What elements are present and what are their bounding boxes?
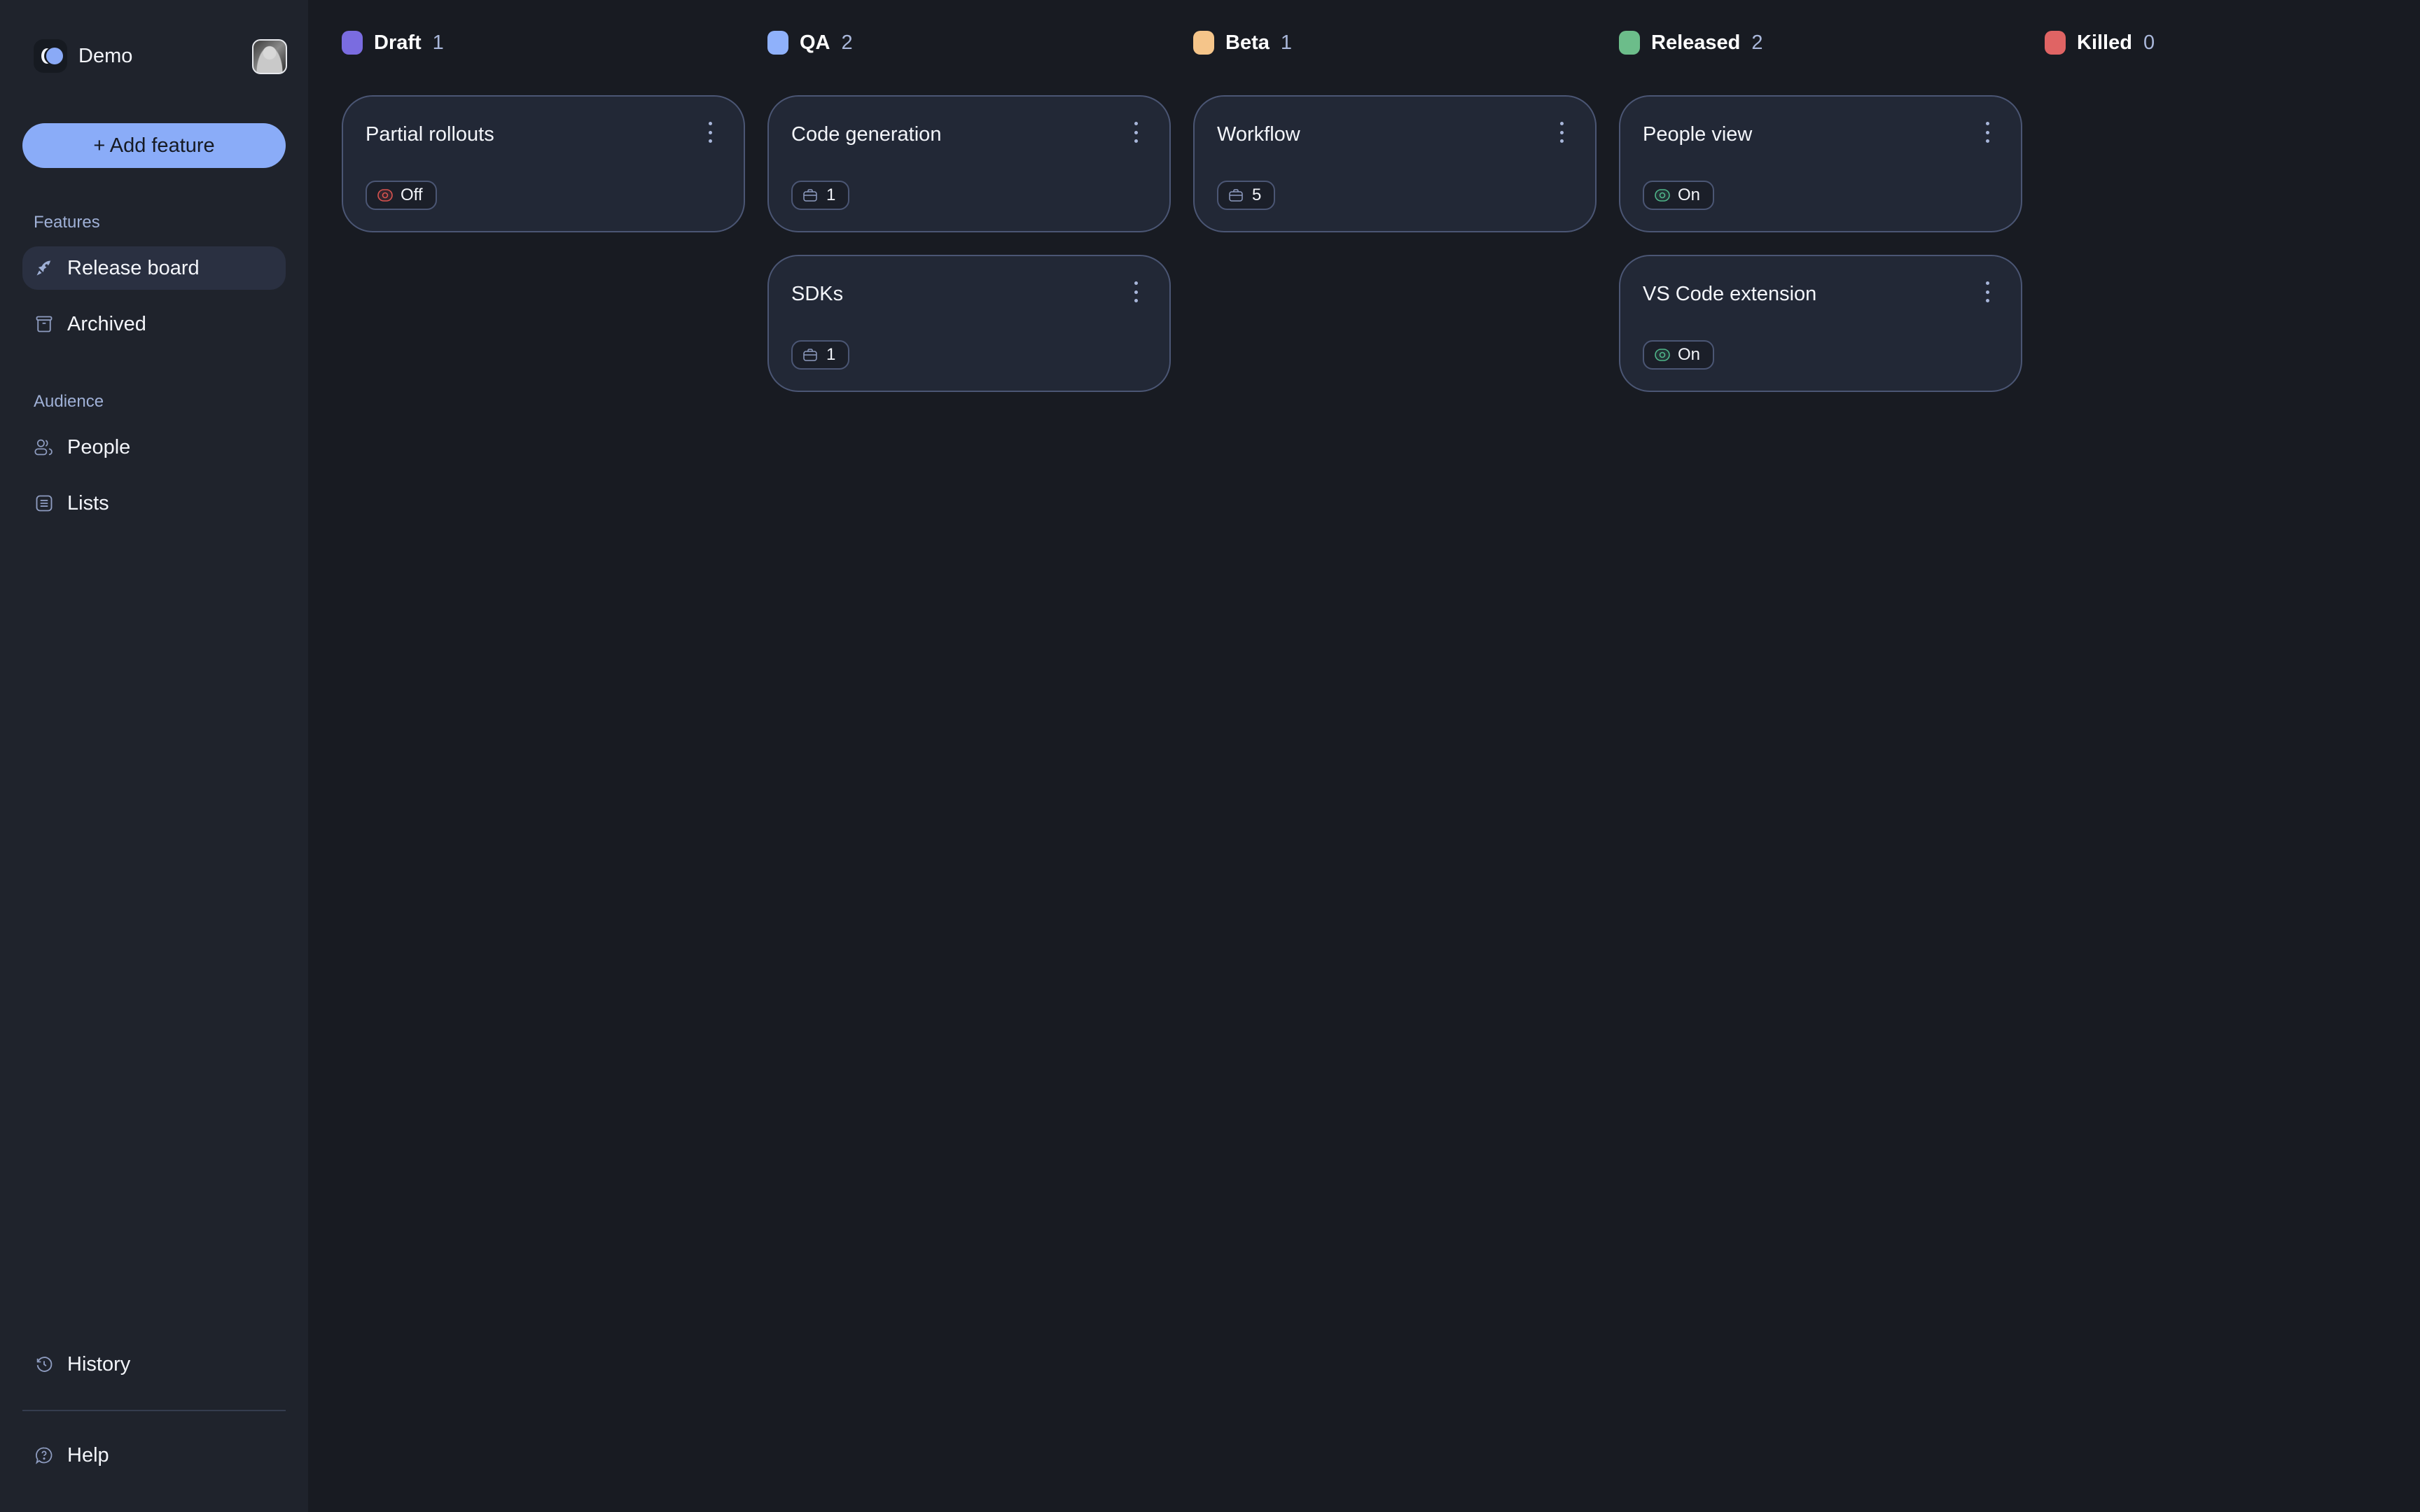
sidebar-item-archived[interactable]: Archived: [22, 302, 286, 346]
sidebar-item-label: Release board: [67, 256, 200, 279]
feature-title: VS Code extension: [1643, 283, 1817, 305]
column-count: 1: [1280, 31, 1292, 54]
list-icon: [34, 493, 55, 514]
feature-status-badge[interactable]: 1: [791, 340, 850, 370]
more-options-icon[interactable]: [1555, 122, 1569, 143]
badge-label: On: [1678, 345, 1701, 364]
feature-card[interactable]: Partial rollouts Off: [342, 95, 745, 232]
rocket-icon: [34, 258, 55, 279]
badge-label: 5: [1252, 186, 1262, 204]
feature-card[interactable]: People view On: [1619, 95, 2022, 232]
column-title: Draft: [374, 31, 422, 54]
status-color-dot: [767, 31, 788, 55]
feature-status-badge[interactable]: On: [1643, 181, 1715, 210]
badge-label: On: [1678, 186, 1701, 204]
status-color-dot: [1619, 31, 1640, 55]
column-count: 1: [432, 31, 444, 54]
status-color-dot: [1193, 31, 1214, 55]
feature-status-badge[interactable]: 5: [1217, 181, 1276, 210]
feature-title: Workflow: [1217, 123, 1300, 146]
status-color-dot: [2045, 31, 2066, 55]
feature-card[interactable]: SDKs 1: [767, 255, 1171, 392]
badge-label: 1: [826, 186, 836, 204]
sidebar-item-people[interactable]: People: [22, 426, 286, 469]
sidebar-item-label: Lists: [67, 491, 109, 514]
column-title: QA: [800, 31, 830, 54]
feature-title: People view: [1643, 123, 1753, 146]
badge-label: 1: [826, 345, 836, 364]
sidebar-item-label: Help: [67, 1443, 109, 1466]
feature-title: SDKs: [791, 283, 844, 305]
toggle-on-icon: [1654, 348, 1672, 362]
briefcase-icon: [802, 348, 821, 362]
more-options-icon[interactable]: [1980, 122, 1994, 143]
sidebar-item-label: History: [67, 1352, 131, 1376]
column-title: Released: [1651, 31, 1741, 54]
briefcase-icon: [1228, 188, 1246, 202]
status-color-dot: [342, 31, 363, 55]
sidebar-item-release-board[interactable]: Release board: [22, 246, 286, 290]
user-avatar[interactable]: [252, 39, 287, 74]
column-header: Beta 1: [1193, 31, 1292, 55]
feature-status-badge[interactable]: Off: [366, 181, 437, 210]
more-options-icon[interactable]: [1980, 281, 1994, 302]
archive-icon: [34, 314, 55, 335]
more-options-icon[interactable]: [703, 122, 717, 143]
column-count: 2: [841, 31, 853, 54]
logo-icon: [34, 39, 67, 73]
column-count: 2: [1751, 31, 1763, 54]
column-title: Killed: [2077, 31, 2132, 54]
add-feature-button[interactable]: + Add feature: [22, 123, 286, 168]
briefcase-icon: [802, 188, 821, 202]
sidebar-item-lists[interactable]: Lists: [22, 482, 286, 525]
toggle-off-icon: [377, 188, 395, 202]
history-icon: [34, 1354, 55, 1375]
more-options-icon[interactable]: [1129, 122, 1143, 143]
column-title: Beta: [1225, 31, 1270, 54]
feature-title: Partial rollouts: [366, 123, 494, 146]
feature-card[interactable]: Workflow 5: [1193, 95, 1597, 232]
sidebar-divider: [22, 1410, 286, 1411]
help-icon: [34, 1445, 55, 1466]
sidebar-item-help[interactable]: Help: [22, 1434, 286, 1477]
feature-card[interactable]: VS Code extension On: [1619, 255, 2022, 392]
section-label-features: Features: [34, 213, 100, 232]
feature-status-badge[interactable]: 1: [791, 181, 850, 210]
section-label-audience: Audience: [34, 392, 104, 411]
sidebar-item-label: Archived: [67, 312, 146, 335]
people-icon: [34, 437, 55, 458]
more-options-icon[interactable]: [1129, 281, 1143, 302]
toggle-on-icon: [1654, 188, 1672, 202]
badge-label: Off: [401, 186, 423, 204]
column-header: QA 2: [767, 31, 853, 55]
workspace-name: Demo: [78, 44, 133, 67]
sidebar-item-label: People: [67, 435, 131, 458]
column-header: Draft 1: [342, 31, 444, 55]
sidebar: Demo + Add feature Features Release boar…: [0, 0, 308, 1512]
column-header: Released 2: [1619, 31, 1763, 55]
feature-card[interactable]: Code generation 1: [767, 95, 1171, 232]
sidebar-item-history[interactable]: History: [22, 1343, 286, 1386]
feature-title: Code generation: [791, 123, 942, 146]
workspace-switcher[interactable]: Demo: [34, 39, 132, 73]
feature-status-badge[interactable]: On: [1643, 340, 1715, 370]
column-count: 0: [2143, 31, 2155, 54]
column-header: Killed 0: [2045, 31, 2155, 55]
